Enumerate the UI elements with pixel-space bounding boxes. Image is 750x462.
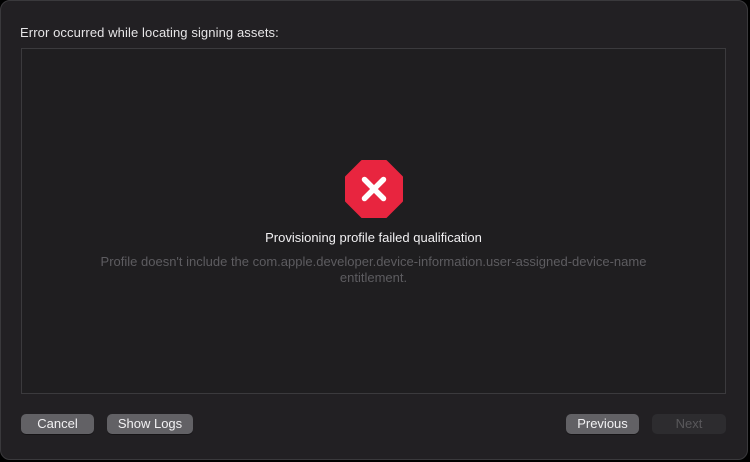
error-title: Provisioning profile failed qualificatio… [265, 230, 482, 245]
error-message: Profile doesn't include the com.apple.de… [61, 254, 686, 286]
cancel-button[interactable]: Cancel [21, 414, 94, 434]
previous-button[interactable]: Previous [566, 414, 639, 434]
next-button: Next [652, 414, 726, 434]
error-panel [21, 48, 726, 394]
error-message-line-2: entitlement. [339, 270, 408, 285]
show-logs-button[interactable]: Show Logs [107, 414, 193, 434]
signing-error-dialog: Error occurred while locating signing as… [0, 0, 748, 460]
dialog-header: Error occurred while locating signing as… [20, 25, 279, 40]
error-message-line-1: Profile doesn't include the com.apple.de… [100, 254, 647, 269]
error-octagon-icon [345, 160, 403, 218]
